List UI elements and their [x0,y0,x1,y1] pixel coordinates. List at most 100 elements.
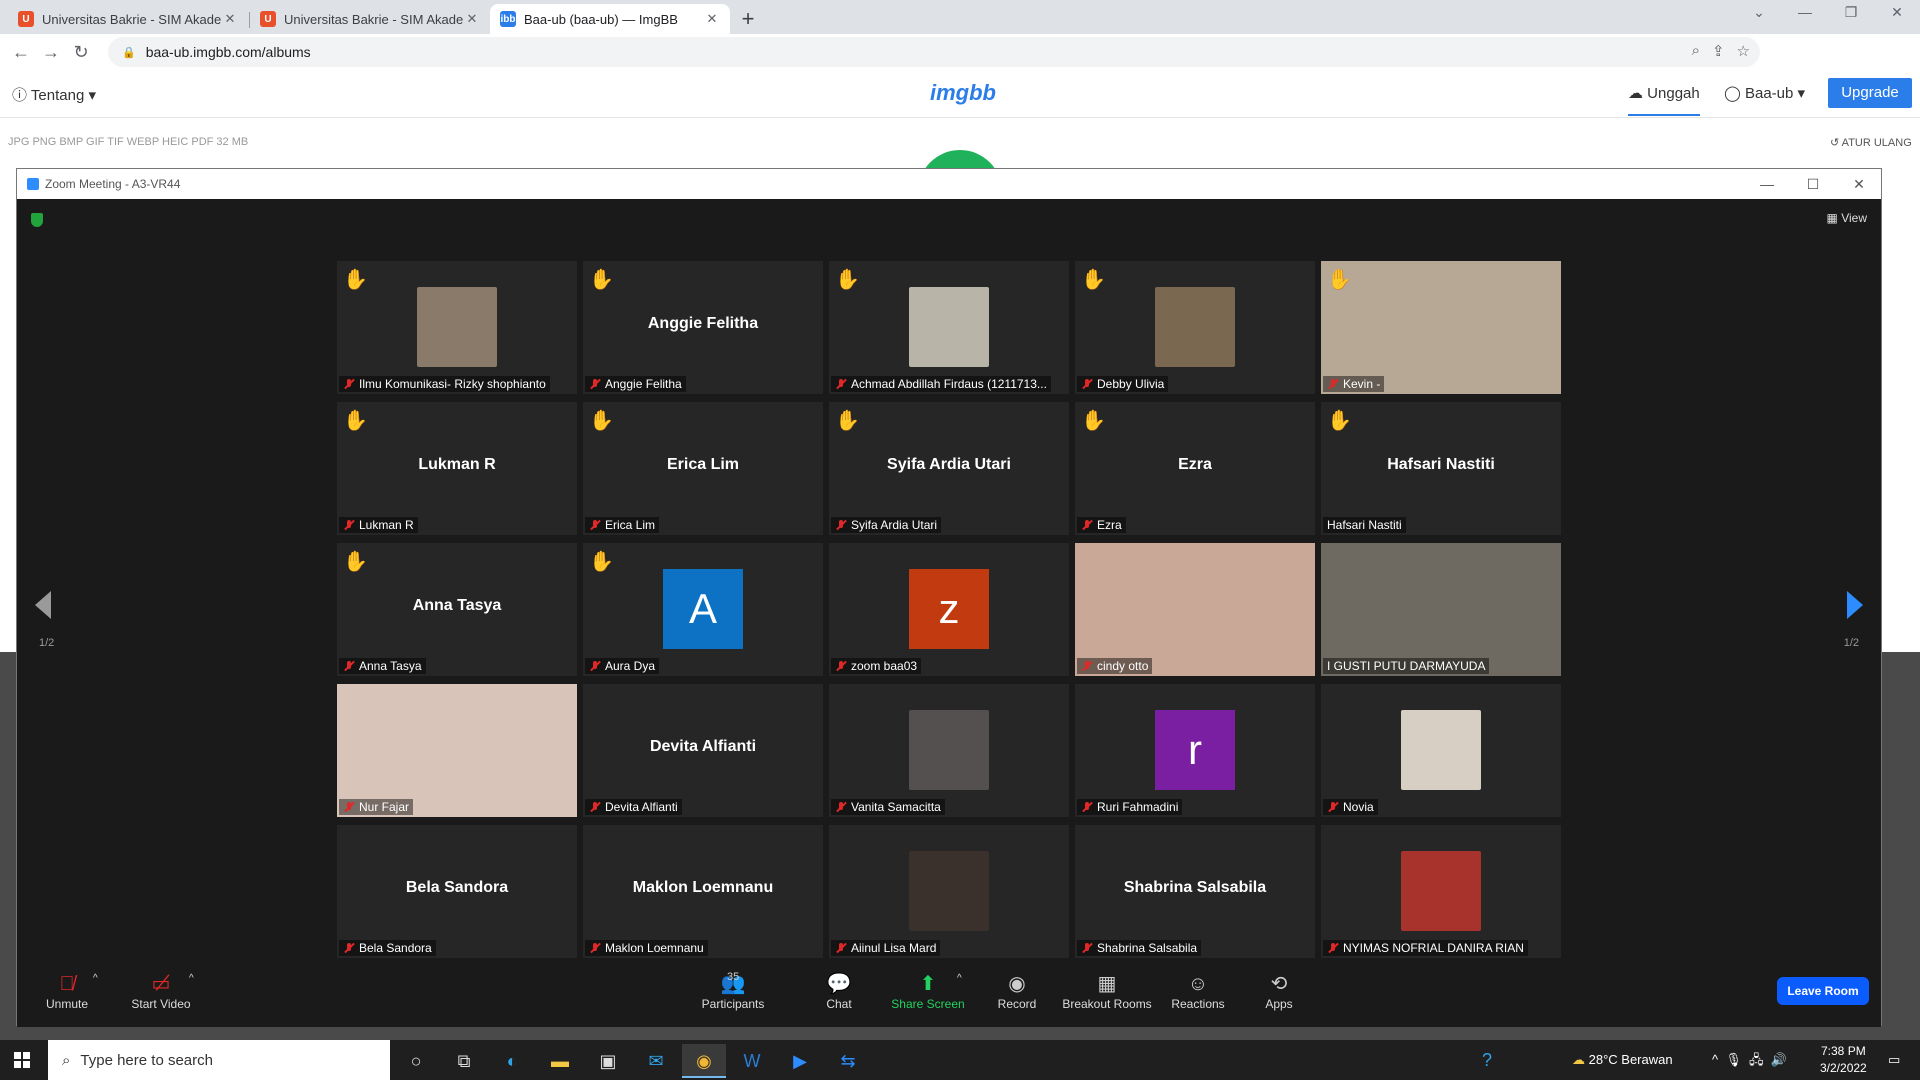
muted-mic-icon [1327,942,1339,954]
participant-tile[interactable]: Hafsari Nastiti ✋ Hafsari Nastiti [1321,402,1561,535]
unmute-button[interactable]: 🎙̸ Unmute [37,971,97,1011]
participant-tile[interactable]: Anna Tasya ✋ Anna Tasya [337,543,577,676]
reactions-button[interactable]: ☺ Reactions [1163,971,1233,1011]
tab-search-icon[interactable]: ⌄ [1736,4,1782,21]
back-icon[interactable]: ← [6,42,36,63]
participant-tile[interactable]: r Ruri Fahmadini [1075,684,1315,817]
participant-name: Anna Tasya [359,659,422,673]
participant-tile[interactable]: Anggie Felitha ✋ Anggie Felitha [583,261,823,394]
video-options-caret-icon[interactable]: ^ [189,973,194,984]
participant-name: Shabrina Salsabila [1097,941,1198,955]
share-screen-label: Share Screen [891,997,965,1011]
security-shield-icon[interactable] [31,213,43,227]
weather-cloud-icon: ☁ [1572,1052,1585,1067]
record-button[interactable]: ◉ Record [987,971,1047,1011]
upgrade-button[interactable]: Upgrade [1828,78,1912,108]
participant-tile[interactable]: cindy otto [1075,543,1315,676]
participant-tile[interactable]: Ezra ✋ Ezra [1075,402,1315,535]
cloud-upload-icon: ☁ [1628,85,1643,102]
close-tab-icon[interactable]: ✕ [704,11,720,27]
browser-tab-3[interactable]: ibb Baa-ub (baa-ub) — ImgBB ✕ [490,4,730,34]
participant-tile[interactable]: NYIMAS NOFRIAL DANIRA RIAN [1321,825,1561,958]
notifications-icon[interactable]: ▭ [1888,1040,1900,1080]
file-explorer-icon[interactable]: ▬ [538,1044,582,1078]
bookmark-star-icon[interactable]: ☆ [1737,42,1750,60]
record-icon: ◉ [1008,973,1026,995]
participant-tile[interactable]: z zoom baa03 [829,543,1069,676]
share-options-caret-icon[interactable]: ^ [957,973,962,984]
forward-icon[interactable]: → [36,42,66,63]
participant-tile[interactable]: Bela Sandora Bela Sandora [337,825,577,958]
mail-icon[interactable]: ✉ [634,1044,678,1078]
clock-time: 7:38 PM [1821,1044,1866,1058]
participant-name: I GUSTI PUTU DARMAYUDA [1327,659,1486,673]
participant-tile[interactable]: Lukman R ✋ Lukman R [337,402,577,535]
participant-tile[interactable]: Nur Fajar [337,684,577,817]
previous-page-arrow-icon[interactable] [35,591,51,619]
participant-tile[interactable]: Novia [1321,684,1561,817]
share-icon[interactable]: ⇪ [1712,42,1725,60]
zoom-minimize-button[interactable]: — [1747,176,1787,192]
audio-options-caret-icon[interactable]: ^ [93,973,98,984]
close-tab-icon[interactable]: ✕ [222,11,238,27]
zoom-app-icon[interactable]: ▶ [778,1044,822,1078]
reload-icon[interactable]: ↻ [66,42,96,63]
leave-room-button[interactable]: Leave Room [1777,977,1869,1005]
reset-link[interactable]: ↺ ATUR ULANG [1830,136,1912,149]
address-bar[interactable]: 🔒 baa-ub.imgbb.com/albums ⌕ ⇪ ☆ [108,37,1760,67]
participant-tile[interactable]: ✋ Kevin - [1321,261,1561,394]
next-page-arrow-icon[interactable] [1847,591,1863,619]
store-icon[interactable]: ▣ [586,1044,630,1078]
participant-tile[interactable]: Erica Lim ✋ Erica Lim [583,402,823,535]
zoom-maximize-button[interactable]: ☐ [1793,176,1833,193]
zoom-icon[interactable]: ⌕ [1692,42,1700,60]
browser-tab-2[interactable]: U Universitas Bakrie - SIM Akadem ✕ [250,4,490,34]
about-menu[interactable]: ⓘ Tentang ▾ [12,84,96,105]
participant-tile[interactable]: Vanita Samacitta [829,684,1069,817]
close-tab-icon[interactable]: ✕ [464,11,480,27]
participants-button[interactable]: 👥 35 Participants [683,971,783,1011]
taskbar-clock[interactable]: 7:38 PM 3/2/2022 [1820,1043,1867,1077]
restore-button[interactable]: ❐ [1828,4,1874,21]
teamviewer-icon[interactable]: ⇆ [826,1044,870,1078]
close-window-button[interactable]: ✕ [1874,4,1920,21]
clock-date: 3/2/2022 [1820,1061,1867,1075]
participant-name: Lukman R [359,518,414,532]
university-favicon-icon: U [260,11,276,27]
participant-tile[interactable]: A ✋ Aura Dya [583,543,823,676]
minimize-button[interactable]: — [1782,4,1828,20]
new-tab-button[interactable]: + [736,6,760,32]
system-tray-icons[interactable]: ^ 🎙 🖧 🔊 [1712,1040,1787,1080]
participant-tile[interactable]: ✋ Debby Ulivia [1075,261,1315,394]
chat-button[interactable]: 💬 Chat [809,971,869,1011]
browser-tab-1[interactable]: U Universitas Bakrie - SIM Akadem ✕ [8,4,248,34]
participant-tile[interactable]: Devita Alfianti Devita Alfianti [583,684,823,817]
cortana-icon[interactable]: ○ [394,1044,438,1078]
chrome-icon[interactable]: ◉ [682,1044,726,1078]
participant-name-label: Lukman R [339,517,418,533]
view-button[interactable]: ▦ View [1827,211,1867,225]
taskbar-search-box[interactable]: ⌕ Type here to search [48,1040,390,1080]
upload-button[interactable]: ☁ Unggah [1628,84,1700,116]
user-menu[interactable]: ◯ Baa-ub ▾ [1724,84,1805,102]
participant-tile[interactable]: ✋ Ilmu Komunikasi- Rizky shophianto [337,261,577,394]
imgbb-logo[interactable]: imgbb [930,80,996,106]
apps-button[interactable]: ⟲ Apps [1249,971,1309,1011]
help-icon[interactable]: ? [1482,1040,1492,1080]
participant-tile[interactable]: I GUSTI PUTU DARMAYUDA [1321,543,1561,676]
participant-avatar-photo [417,287,497,367]
muted-mic-icon [343,660,355,672]
word-icon[interactable]: W [730,1044,774,1078]
task-view-icon[interactable]: ⧉ [442,1044,486,1078]
edge-icon[interactable]: ◐ [490,1044,534,1078]
raised-hand-icon: ✋ [343,551,368,573]
participant-tile[interactable]: Aiinul Lisa Mard [829,825,1069,958]
weather-widget[interactable]: ☁ 28°C Berawan [1572,1040,1673,1080]
breakout-rooms-button[interactable]: ▦ Breakout Rooms [1057,971,1157,1011]
participant-tile[interactable]: Maklon Loemnanu Maklon Loemnanu [583,825,823,958]
windows-start-icon[interactable] [14,1052,30,1068]
participant-tile[interactable]: Syifa Ardia Utari ✋ Syifa Ardia Utari [829,402,1069,535]
zoom-close-button[interactable]: ✕ [1839,176,1879,193]
participant-tile[interactable]: Shabrina Salsabila Shabrina Salsabila [1075,825,1315,958]
participant-tile[interactable]: ✋ Achmad Abdillah Firdaus (1211713... [829,261,1069,394]
